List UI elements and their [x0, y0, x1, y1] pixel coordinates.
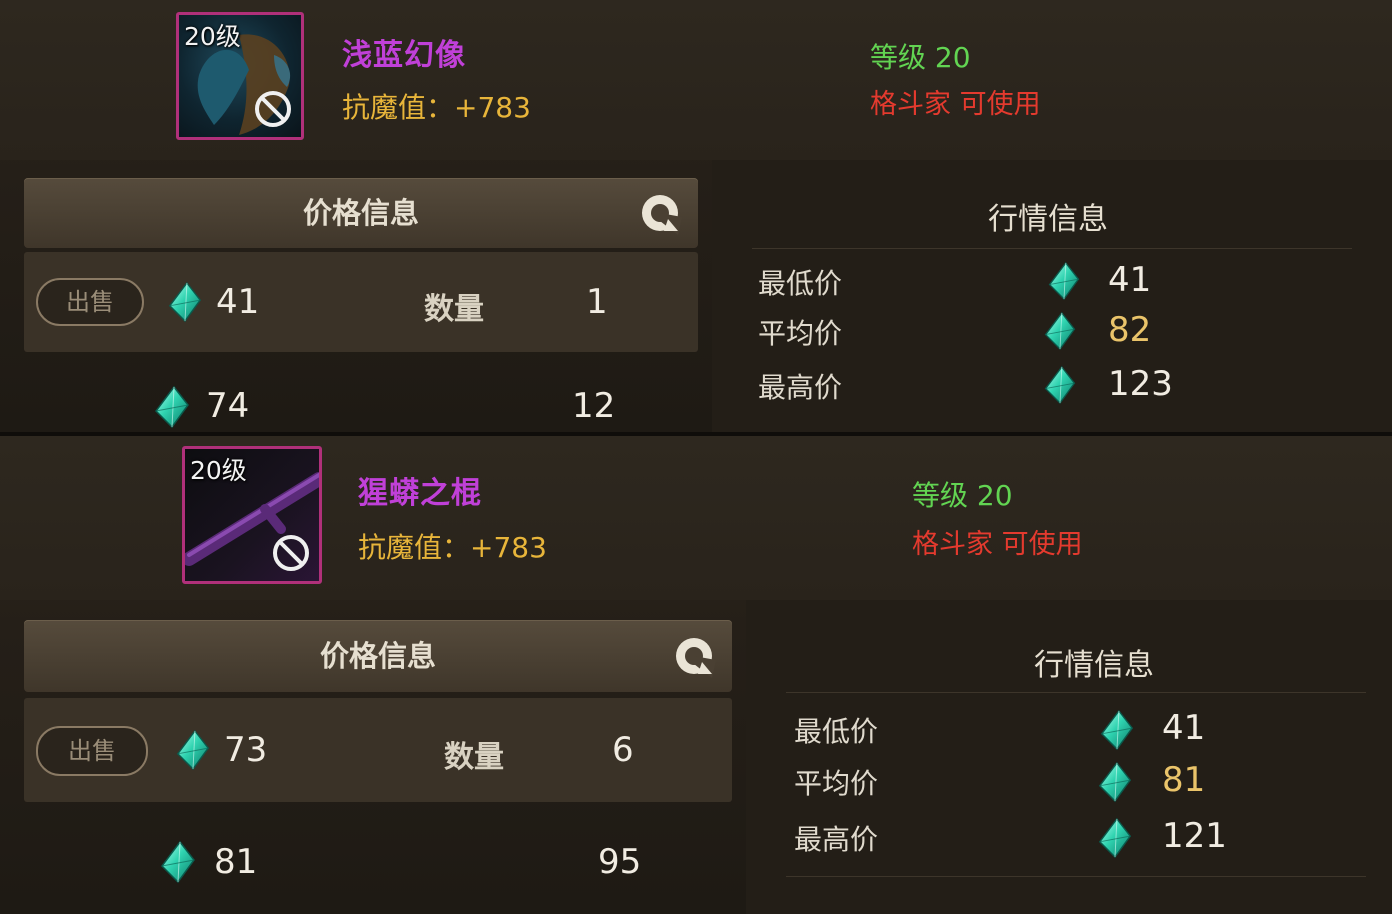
item-class-requirement: 格斗家 可使用 [912, 529, 1083, 560]
gem-icon [1098, 708, 1136, 752]
lowest-price-label: 最低价 [794, 715, 879, 748]
listing-quantity: 6 [612, 730, 634, 770]
highest-price-label: 最高价 [794, 823, 879, 856]
divider [786, 692, 1366, 693]
average-price-value: 82 [1108, 310, 1152, 350]
item-listing-panel: 20级 猩蟒之棍 抗魔值：+783 等级 20 格斗家 可使用 行情信息 最低价… [0, 436, 1392, 914]
divider [786, 876, 1366, 877]
divider [752, 248, 1352, 249]
gem-icon [1096, 760, 1134, 804]
item-level-badge: 20级 [190, 456, 247, 485]
sell-button[interactable]: 出售 [36, 726, 148, 776]
listing-price: 41 [216, 282, 260, 322]
average-price-label: 平均价 [758, 317, 843, 350]
sell-button[interactable]: 出售 [36, 278, 144, 326]
item-stat: 抗魔值：+783 [342, 91, 531, 124]
quantity-label: 数量 [424, 292, 484, 327]
item-level-badge: 20级 [184, 22, 241, 51]
item-icon-cloak[interactable]: 20级 [176, 12, 304, 140]
gem-icon [1042, 310, 1078, 352]
listing-price: 73 [224, 730, 268, 770]
gem-icon [1046, 260, 1082, 302]
item-listing-panel: 20级 浅蓝幻像 抗魔值：+783 等级 20 格斗家 可使用 行情信息 最低价… [0, 0, 1392, 432]
listing-row[interactable]: 81 95 [24, 802, 732, 914]
gem-icon [1042, 364, 1078, 406]
forbidden-icon [271, 533, 311, 573]
market-info-title: 行情信息 [988, 202, 1108, 237]
item-header: 20级 猩蟒之棍 抗魔值：+783 等级 20 格斗家 可使用 [0, 436, 1392, 600]
lowest-price-value: 41 [1162, 708, 1206, 748]
listing-quantity: 12 [572, 386, 616, 426]
item-stat: 抗魔值：+783 [358, 531, 547, 564]
lowest-price-value: 41 [1108, 260, 1152, 300]
market-info-panel: 行情信息 最低价 41 平均价 82 最高价 123 [712, 160, 1392, 432]
highest-price-label: 最高价 [758, 371, 843, 404]
gem-icon [166, 280, 204, 324]
listing-row-selected[interactable]: 出售 73 数量 6 [24, 698, 732, 802]
item-class-requirement: 格斗家 可使用 [870, 89, 1041, 120]
price-info-header: 价格信息 [24, 178, 698, 248]
listing-row-selected[interactable]: 出售 41 数量 1 [24, 252, 698, 352]
market-info-panel: 行情信息 最低价 41 平均价 81 最高价 121 [746, 600, 1392, 914]
price-info-title: 价格信息 [319, 639, 436, 673]
refresh-icon[interactable] [638, 191, 682, 235]
gem-icon [152, 384, 192, 430]
forbidden-icon [253, 89, 293, 129]
listing-row[interactable]: 74 12 [24, 352, 698, 432]
gem-icon [158, 838, 198, 886]
refresh-icon[interactable] [672, 634, 716, 678]
item-icon-staff[interactable]: 20级 [182, 446, 322, 584]
item-header: 20级 浅蓝幻像 抗魔值：+783 等级 20 格斗家 可使用 [0, 0, 1392, 160]
gem-icon [1096, 816, 1134, 860]
price-info-title: 价格信息 [302, 196, 419, 230]
item-required-level: 等级 20 [870, 41, 971, 74]
market-info-title: 行情信息 [1034, 648, 1154, 683]
price-info-header: 价格信息 [24, 620, 732, 692]
quantity-label: 数量 [444, 740, 504, 775]
highest-price-value: 123 [1108, 364, 1173, 404]
item-name: 浅蓝幻像 [342, 38, 466, 73]
gem-icon [174, 728, 212, 772]
listing-quantity: 95 [598, 842, 642, 882]
listing-price: 81 [214, 842, 258, 882]
average-price-label: 平均价 [794, 767, 879, 800]
average-price-value: 81 [1162, 760, 1206, 800]
item-name: 猩蟒之棍 [358, 476, 482, 511]
highest-price-value: 121 [1162, 816, 1227, 856]
lowest-price-label: 最低价 [758, 267, 843, 300]
listing-quantity: 1 [586, 282, 608, 322]
listing-price: 74 [206, 386, 250, 426]
item-required-level: 等级 20 [912, 479, 1013, 512]
